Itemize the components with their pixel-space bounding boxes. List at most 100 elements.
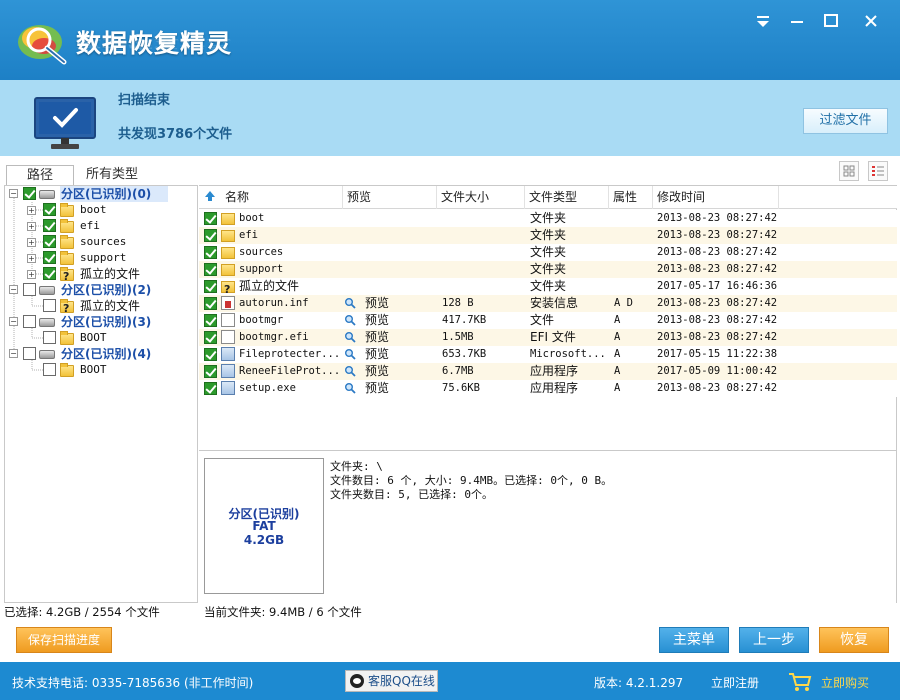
collapse-toggle-icon[interactable]: −	[9, 317, 18, 326]
expand-toggle-icon[interactable]: +	[27, 270, 36, 279]
tree-item-sources[interactable]: + sources	[5, 234, 197, 250]
tree-item-orphan-files[interactable]: + ? 孤立的文件	[5, 266, 197, 283]
file-type-cell: 文件夹	[530, 279, 567, 293]
preview-cell[interactable]: 预览	[365, 312, 435, 329]
minimize-icon[interactable]	[786, 10, 808, 32]
row-checkbox[interactable]	[204, 246, 217, 259]
scan-complete-monitor-icon	[34, 97, 96, 149]
column-header-type[interactable]: 文件类型	[525, 186, 609, 209]
tree-checkbox[interactable]	[43, 219, 56, 232]
collapse-toggle-icon[interactable]: −	[9, 189, 18, 198]
row-checkbox[interactable]	[204, 263, 217, 276]
preview-cell[interactable]: 预览	[365, 295, 435, 312]
column-header-attr[interactable]: 属性	[609, 186, 653, 209]
save-scan-progress-button[interactable]: 保存扫描进度	[16, 627, 112, 653]
tree-checkbox[interactable]	[43, 299, 56, 312]
expand-toggle-icon[interactable]: +	[27, 206, 36, 215]
table-row[interactable]: efi 文件夹 2013-08-23 08:27:42	[199, 227, 897, 244]
list-view-icon[interactable]	[868, 161, 888, 181]
tree-checkbox[interactable]	[23, 347, 36, 360]
sort-up-icon[interactable]	[199, 186, 221, 209]
grid-view-icon[interactable]	[839, 161, 859, 181]
preview-magnifier-icon[interactable]	[344, 314, 356, 326]
tab-all-types[interactable]: 所有类型	[80, 165, 144, 185]
column-header-name[interactable]: 名称	[221, 186, 343, 209]
tree-item-support[interactable]: + support	[5, 250, 197, 266]
collapse-toggle-icon[interactable]: −	[9, 349, 18, 358]
preview-magnifier-icon[interactable]	[344, 348, 356, 360]
tree-checkbox[interactable]	[23, 315, 36, 328]
tree-item-efi[interactable]: + efi	[5, 218, 197, 234]
table-row[interactable]: sources 文件夹 2013-08-23 08:27:42	[199, 244, 897, 261]
preview-magnifier-icon[interactable]	[344, 297, 356, 309]
preview-magnifier-icon[interactable]	[344, 331, 356, 343]
tree-item-label: 分区(已识别)(4)	[61, 347, 152, 361]
table-row[interactable]: boot 文件夹 2013-08-23 08:27:42	[199, 210, 897, 227]
row-checkbox[interactable]	[204, 280, 217, 293]
qq-support-button[interactable]: 客服QQ在线	[345, 670, 438, 692]
row-checkbox[interactable]	[204, 212, 217, 225]
back-button[interactable]: 上一步	[739, 627, 809, 653]
tree-item-label: 孤立的文件	[80, 299, 141, 313]
tree-item-boot[interactable]: + boot	[5, 202, 197, 218]
preview-cell[interactable]: 预览	[365, 329, 435, 346]
row-checkbox[interactable]	[204, 348, 217, 361]
column-header-modified[interactable]: 修改时间	[653, 186, 779, 209]
column-header-size[interactable]: 文件大小	[437, 186, 525, 209]
table-row[interactable]: autorun.inf 预览 128 B 安装信息 A D 2013-08-23 08:2…	[199, 295, 897, 312]
row-checkbox[interactable]	[204, 331, 217, 344]
table-row[interactable]: bootmgr.efi 预览 1.5MB EFI 文件 A 2013-08-23 08:2…	[199, 329, 897, 346]
preview-magnifier-icon[interactable]	[344, 382, 356, 394]
tree-item-orphan-files-2[interactable]: ? 孤立的文件	[5, 298, 197, 315]
main-menu-button[interactable]: 主菜单	[659, 627, 729, 653]
table-row[interactable]: setup.exe 预览 75.6KB 应用程序 A 2013-08-23 08:27:4…	[199, 380, 897, 397]
table-row[interactable]: ? 孤立的文件 文件夹 2017-05-17 16:46:36	[199, 278, 897, 296]
tree-item-partition-0[interactable]: − 分区(已识别)(0)	[5, 186, 197, 202]
row-checkbox[interactable]	[204, 297, 217, 310]
menu-dropdown-icon[interactable]	[752, 10, 774, 32]
table-row[interactable]: support 文件夹 2013-08-23 08:27:42	[199, 261, 897, 278]
tree-item-partition-4[interactable]: − 分区(已识别)(4)	[5, 346, 197, 362]
folder-icon	[60, 251, 74, 265]
modified-time-cell: 2017-05-09 11:00:42	[657, 365, 778, 377]
expand-toggle-icon[interactable]: +	[27, 222, 36, 231]
preview-cell[interactable]: 预览	[365, 380, 435, 397]
tree-item-boot-upper-2[interactable]: BOOT	[5, 362, 197, 378]
column-header-preview[interactable]: 预览	[343, 186, 437, 209]
table-row[interactable]: Fileprotecter... 预览 653.7KB Microsoft... A 20…	[199, 346, 897, 363]
tree-checkbox[interactable]	[23, 283, 36, 296]
tree-checkbox[interactable]	[43, 251, 56, 264]
table-row[interactable]: ReneeFileProt... 预览 6.7MB 应用程序 A 2017-05-09 1…	[199, 363, 897, 380]
tab-path[interactable]: 路径	[6, 165, 74, 185]
filter-files-button[interactable]: 过滤文件	[803, 108, 888, 134]
expand-toggle-icon[interactable]: +	[27, 238, 36, 247]
preview-cell[interactable]: 预览	[365, 346, 435, 363]
buy-now-link[interactable]: 立即购买	[821, 674, 869, 691]
collapse-toggle-icon[interactable]: −	[9, 285, 18, 294]
tree-checkbox[interactable]	[43, 235, 56, 248]
shopping-cart-icon[interactable]	[788, 672, 812, 692]
file-attr-cell: A	[614, 314, 621, 326]
tree-checkbox[interactable]	[23, 187, 36, 200]
expand-toggle-icon[interactable]: +	[27, 254, 36, 263]
preview-cell[interactable]: 预览	[365, 363, 435, 380]
tree-item-partition-3[interactable]: − 分区(已识别)(3)	[5, 314, 197, 330]
row-checkbox[interactable]	[204, 382, 217, 395]
maximize-icon[interactable]	[820, 10, 842, 32]
row-checkbox[interactable]	[204, 365, 217, 378]
tree-checkbox[interactable]	[43, 363, 56, 376]
tree-item-partition-2[interactable]: − 分区(已识别)(2)	[5, 282, 197, 298]
row-checkbox[interactable]	[204, 314, 217, 327]
register-link[interactable]: 立即注册	[711, 674, 759, 691]
tree-checkbox[interactable]	[43, 203, 56, 216]
tree-item-label: support	[80, 251, 127, 264]
preview-magnifier-icon[interactable]	[344, 365, 356, 377]
tree-checkbox[interactable]	[43, 267, 56, 280]
tree-item-boot-upper[interactable]: BOOT	[5, 330, 197, 346]
table-row[interactable]: bootmgr 预览 417.7KB 文件 A 2013-08-23 08:27:42	[199, 312, 897, 329]
row-checkbox[interactable]	[204, 229, 217, 242]
recover-button[interactable]: 恢复	[819, 627, 889, 653]
close-icon[interactable]	[860, 10, 882, 32]
tree-checkbox[interactable]	[43, 331, 56, 344]
modified-time-cell: 2013-08-23 08:27:42	[657, 229, 778, 241]
